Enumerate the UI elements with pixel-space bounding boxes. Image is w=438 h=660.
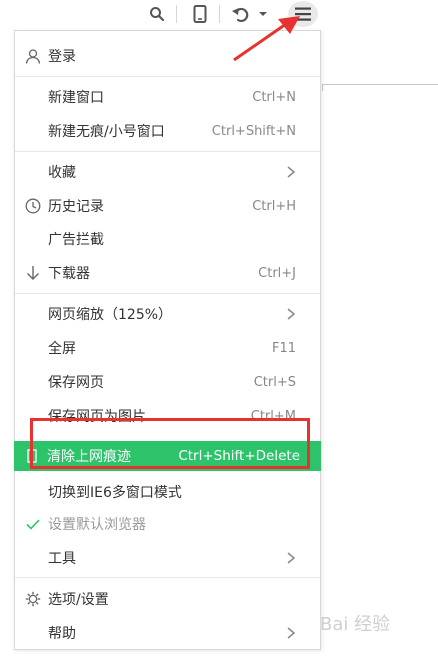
menu-item-options[interactable]: 选项/设置 xyxy=(15,584,320,614)
menu-item-fullscreen[interactable]: 全屏 F11 xyxy=(15,333,320,363)
menu-item-save-page[interactable]: 保存网页 Ctrl+S xyxy=(15,367,320,397)
clock-icon xyxy=(25,198,41,214)
checkmark-icon xyxy=(25,516,41,532)
user-icon xyxy=(25,48,41,64)
chevron-right-icon xyxy=(287,552,296,564)
menu-item-label: 新建窗口 xyxy=(48,90,104,106)
menu-item-shortcut: Ctrl+J xyxy=(258,265,296,281)
menu-item-shortcut: Ctrl+N xyxy=(252,89,296,105)
menu-item-favorites[interactable]: 收藏 xyxy=(15,157,320,187)
chevron-right-icon xyxy=(287,627,296,639)
search-icon xyxy=(150,7,165,22)
toolbar-separator xyxy=(219,5,220,23)
chevron-right-icon xyxy=(287,308,296,320)
page-edge xyxy=(322,84,438,85)
menu-item-label: 收藏 xyxy=(48,165,76,181)
menu-item-downloads[interactable]: 下载器 Ctrl+J xyxy=(15,258,320,288)
annotation-highlight-box xyxy=(30,418,310,469)
menu-item-label: 帮助 xyxy=(48,626,76,642)
mobile-button[interactable] xyxy=(189,2,211,26)
menu-item-label: 设置默认浏览器 xyxy=(48,517,146,533)
menu-item-default-browser[interactable]: 设置默认浏览器 xyxy=(15,509,320,539)
menu-item-adblock[interactable]: 广告拦截 xyxy=(15,224,320,254)
menu-item-ie6-mode[interactable]: 切换到IE6多窗口模式 xyxy=(15,477,320,507)
menu-item-label: 历史记录 xyxy=(48,199,104,215)
gear-icon xyxy=(25,591,41,607)
browser-toolbar xyxy=(0,0,438,30)
menu-item-shortcut: F11 xyxy=(271,340,296,356)
menu-divider xyxy=(15,151,320,152)
menu-item-shortcut: Ctrl+Shift+N xyxy=(211,123,296,139)
menu-divider xyxy=(15,293,320,294)
menu-item-zoom[interactable]: 网页缩放（125%） xyxy=(15,299,320,329)
menu-item-tools[interactable]: 工具 xyxy=(15,543,320,573)
menu-item-help[interactable]: 帮助 xyxy=(15,618,320,648)
toolbar-separator xyxy=(176,5,177,23)
menu-divider xyxy=(15,577,320,578)
menu-item-shortcut: Ctrl+S xyxy=(253,374,296,390)
menu-item-history[interactable]: 历史记录 Ctrl+H xyxy=(15,191,320,221)
menu-item-label: 网页缩放（125%） xyxy=(48,307,173,323)
watermark: Bai 经验 xyxy=(320,614,391,635)
menu-item-label: 全屏 xyxy=(48,341,76,357)
menu-item-label: 新建无痕/小号窗口 xyxy=(48,124,165,140)
annotation-arrow-icon xyxy=(233,16,300,62)
menu-item-label: 工具 xyxy=(48,551,76,567)
menu-item-label: 广告拦截 xyxy=(48,232,104,248)
chevron-right-icon xyxy=(287,166,296,178)
menu-item-label: 下载器 xyxy=(48,266,90,282)
menu-item-label: 选项/设置 xyxy=(48,592,109,608)
menu-item-new-window[interactable]: 新建窗口 Ctrl+N xyxy=(15,82,320,112)
menu-divider xyxy=(15,76,320,77)
page-edge xyxy=(322,85,331,91)
main-menu-dropdown: 登录 新建窗口 Ctrl+N 新建无痕/小号窗口 Ctrl+Shift+N 收藏… xyxy=(14,30,321,650)
menu-item-label: 登录 xyxy=(48,49,76,65)
menu-item-label: 切换到IE6多窗口模式 xyxy=(48,485,182,501)
search-button[interactable] xyxy=(146,2,168,26)
download-arrow-icon xyxy=(25,265,41,281)
menu-item-new-private-window[interactable]: 新建无痕/小号窗口 Ctrl+Shift+N xyxy=(15,116,320,146)
phone-icon xyxy=(193,5,207,23)
menu-item-shortcut: Ctrl+H xyxy=(252,198,296,214)
menu-item-label: 保存网页 xyxy=(48,375,104,391)
